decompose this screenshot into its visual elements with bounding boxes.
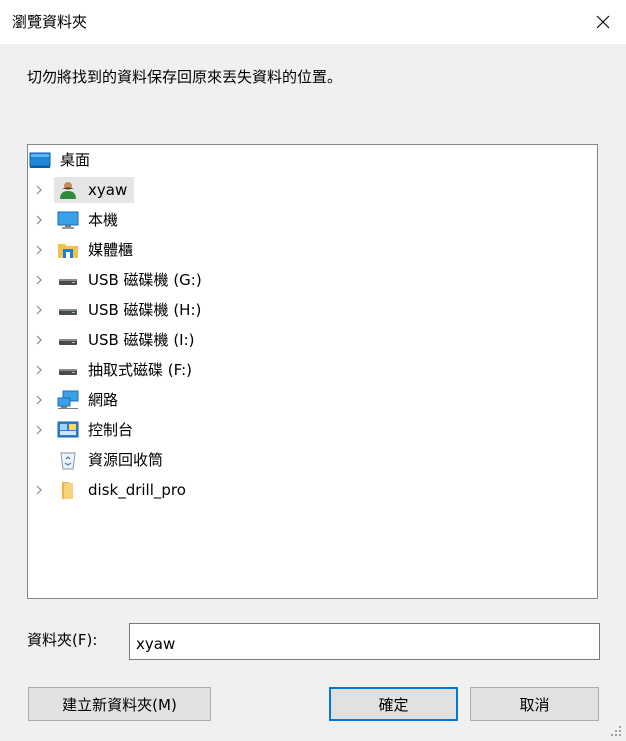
chevron-right-icon[interactable] (32, 237, 46, 263)
tree-item-network[interactable]: 網路 (28, 387, 597, 413)
chevron-right-icon[interactable] (32, 207, 46, 233)
chevron-right-icon[interactable] (32, 417, 46, 443)
tree-item-usb-i[interactable]: USB 磁碟機 (I:) (28, 327, 597, 353)
chevron-right-icon[interactable] (32, 357, 46, 383)
tree-item-label: 本機 (88, 211, 119, 229)
tree-item-control-panel[interactable]: 控制台 (28, 417, 597, 443)
desktop-icon (29, 149, 51, 171)
tree-item-libraries[interactable]: 媒體櫃 (28, 237, 597, 263)
library-icon (57, 239, 79, 261)
tree-item-this-pc[interactable]: 本機 (28, 207, 597, 233)
tree-item-label: disk_drill_pro (88, 481, 186, 499)
chevron-right-icon[interactable] (32, 267, 46, 293)
title-bar: 瀏覽資料夾 (0, 0, 626, 44)
drive-icon (57, 329, 79, 351)
drive-icon (57, 359, 79, 381)
resize-grip-icon[interactable] (610, 725, 622, 737)
chevron-right-icon[interactable] (32, 387, 46, 413)
folder-icon (57, 479, 79, 501)
folder-input[interactable] (129, 623, 600, 660)
chevron-right-icon[interactable] (32, 297, 46, 323)
tree-item-label: 資源回收筒 (88, 451, 164, 469)
recycle-bin-icon (57, 449, 79, 471)
close-button[interactable] (580, 0, 626, 44)
window-title: 瀏覽資料夾 (12, 13, 88, 31)
drive-icon (57, 269, 79, 291)
ok-button[interactable]: 確定 (329, 687, 458, 721)
control-panel-icon (57, 419, 79, 441)
tree-item-label: 控制台 (88, 421, 134, 439)
tree-item-label: 網路 (88, 391, 119, 409)
folder-tree[interactable]: 桌面 xyaw 本機 媒體櫃 USB 磁碟機 (G:) USB 磁碟機 (H:)… (27, 144, 598, 599)
tree-item-label: 抽取式磁碟 (F:) (88, 361, 192, 379)
chevron-right-icon[interactable] (32, 177, 46, 203)
network-icon (57, 389, 79, 411)
tree-item-usb-h[interactable]: USB 磁碟機 (H:) (28, 297, 597, 323)
tree-item-label: USB 磁碟機 (H:) (88, 301, 202, 319)
tree-item-disk-drill-pro[interactable]: disk_drill_pro (28, 477, 597, 503)
chevron-right-icon[interactable] (32, 477, 46, 503)
close-icon (596, 15, 610, 29)
tree-item-label: USB 磁碟機 (G:) (88, 271, 202, 289)
tree-item-label: 媒體櫃 (88, 241, 134, 259)
chevron-right-icon[interactable] (32, 327, 46, 353)
tree-item-usb-g[interactable]: USB 磁碟機 (G:) (28, 267, 597, 293)
instruction-text: 切勿將找到的資料保存回原來丟失資料的位置。 (27, 68, 343, 86)
tree-item-desktop[interactable]: 桌面 (28, 147, 597, 173)
tree-item-label: USB 磁碟機 (I:) (88, 331, 195, 349)
user-icon (57, 179, 79, 201)
cancel-button[interactable]: 取消 (470, 687, 599, 721)
tree-item-recycle-bin[interactable]: 資源回收筒 (28, 447, 597, 473)
tree-item-label: 桌面 (60, 151, 91, 169)
folder-field-label: 資料夾(F): (27, 631, 98, 649)
new-folder-button[interactable]: 建立新資料夾(M) (28, 687, 211, 721)
tree-item-removable-f[interactable]: 抽取式磁碟 (F:) (28, 357, 597, 383)
tree-item-user[interactable]: xyaw (28, 177, 597, 203)
tree-item-label: xyaw (88, 181, 128, 199)
computer-icon (57, 209, 79, 231)
drive-icon (57, 299, 79, 321)
